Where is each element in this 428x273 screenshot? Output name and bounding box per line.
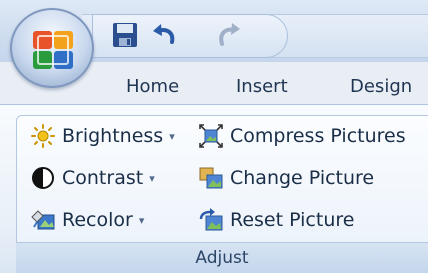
- reset-picture-icon: [199, 208, 223, 231]
- change-picture-label: Change Picture: [230, 167, 375, 189]
- brightness-icon: [31, 124, 55, 148]
- tab-design[interactable]: Design: [350, 76, 412, 98]
- compress-pictures-label: Compress Pictures: [230, 125, 406, 147]
- compress-pictures-icon: [199, 124, 223, 148]
- adjust-group-title: Adjust: [195, 248, 249, 268]
- tab-home[interactable]: Home: [126, 76, 179, 98]
- change-picture-icon: [199, 167, 223, 189]
- brightness-label: Brightness: [62, 125, 164, 147]
- contrast-label: Contrast: [62, 167, 144, 189]
- reset-picture-label: Reset Picture: [230, 209, 355, 231]
- recolor-icon: [31, 210, 55, 230]
- tab-insert[interactable]: Insert: [236, 76, 288, 98]
- redo-icon[interactable]: [214, 20, 244, 50]
- contrast-icon: [32, 167, 54, 189]
- recolor-dropdown-icon: ▾: [138, 213, 145, 227]
- undo-icon[interactable]: [150, 20, 180, 50]
- brightness-button[interactable]: Brightness ▾: [30, 121, 175, 151]
- reset-picture-button[interactable]: Reset Picture: [198, 205, 354, 235]
- recolor-button[interactable]: Recolor ▾: [30, 205, 144, 235]
- ribbon: Brightness ▾ Contrast ▾ Recolor ▾ Compre…: [0, 104, 428, 273]
- recolor-label: Recolor: [62, 209, 133, 231]
- save-icon[interactable]: [110, 20, 140, 50]
- change-picture-button[interactable]: Change Picture: [198, 163, 374, 193]
- contrast-button[interactable]: Contrast ▾: [30, 163, 155, 193]
- ribbon-tabs: Home Insert Design: [0, 62, 428, 108]
- compress-pictures-button[interactable]: Compress Pictures: [198, 121, 406, 151]
- contrast-dropdown-icon: ▾: [149, 171, 155, 185]
- brightness-dropdown-icon: ▾: [169, 129, 175, 143]
